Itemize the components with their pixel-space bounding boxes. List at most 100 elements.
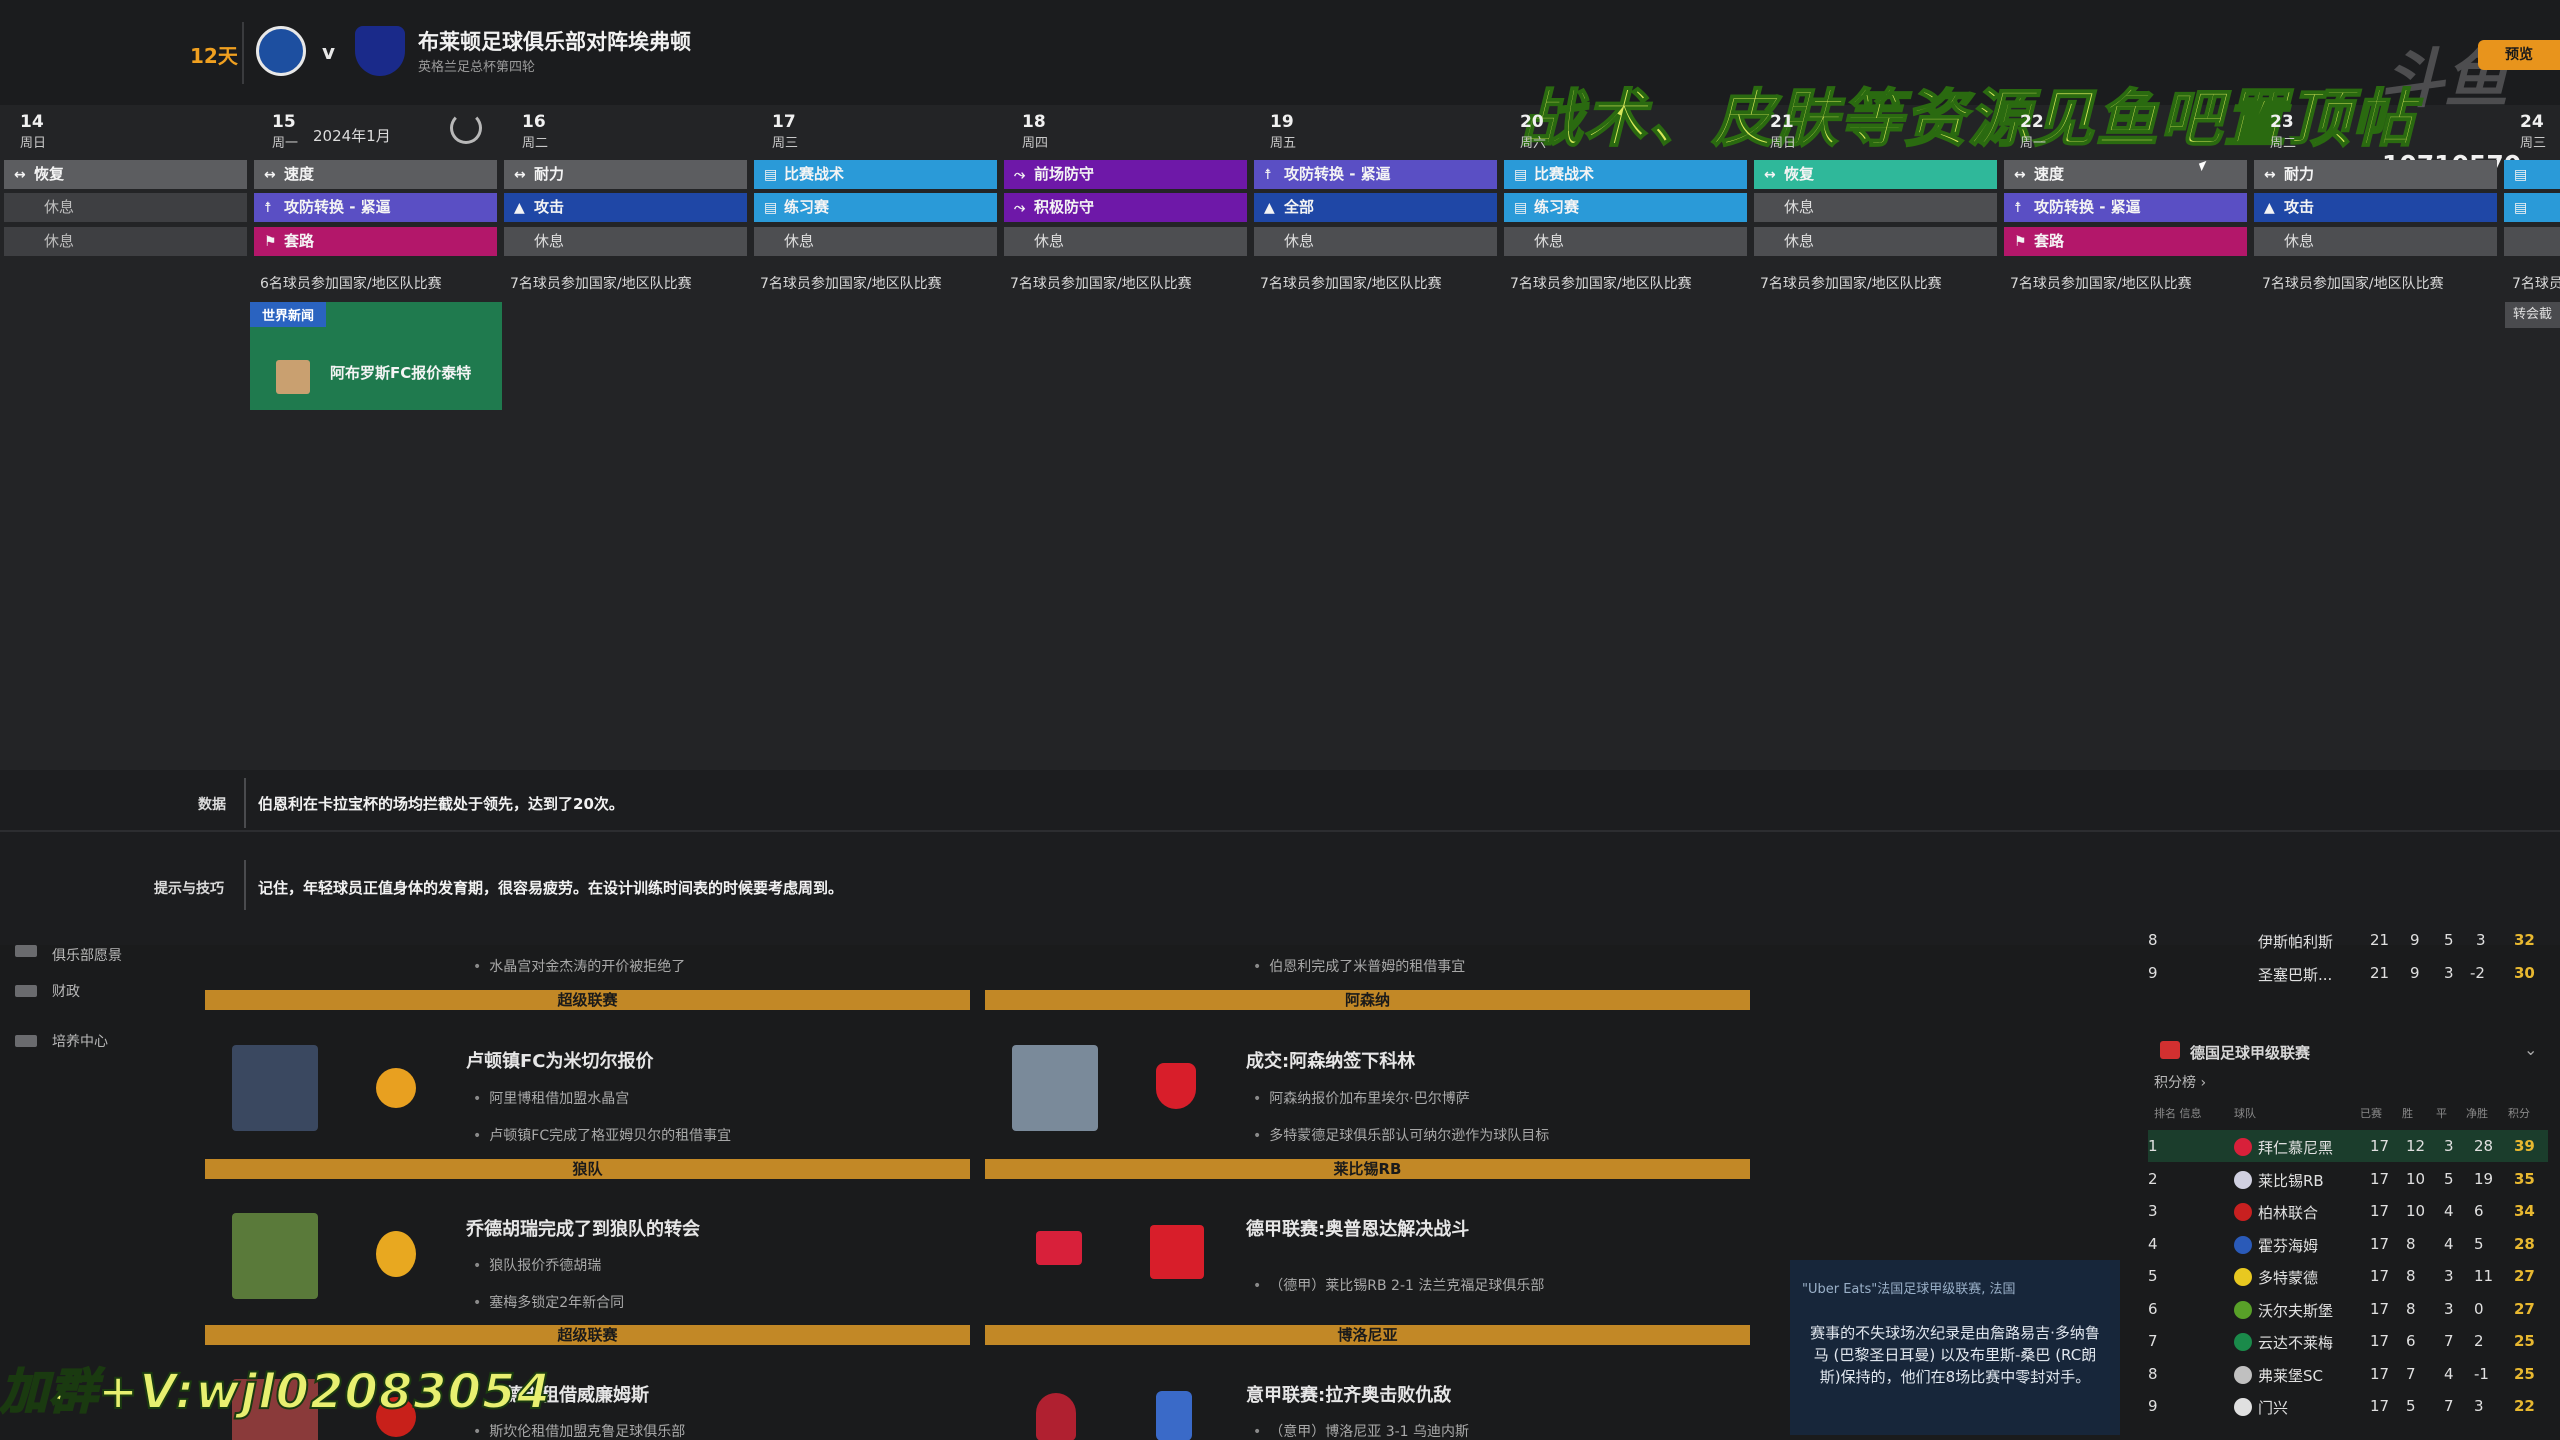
everton-crest-icon[interactable] [355,26,405,76]
news-title[interactable]: 德甲联赛:奥普恩达解决战斗 [1246,1215,1469,1241]
session-match-tactics[interactable]: ▤ 比赛战术 [754,160,997,189]
table-cell-w: 5 [2406,1397,2416,1415]
session-speed[interactable]: ↔ 速度 [254,160,497,189]
day-header[interactable]: 22 周一 [2020,112,2120,151]
table-row[interactable]: 5 多特蒙德 17 8 3 11 27 [2148,1260,2548,1292]
day-header[interactable]: 23 周二 [2270,112,2370,151]
day-header[interactable]: 21 周日 [1770,112,1870,151]
tips-text: 记住，年轻球员正值身体的发育期，很容易疲劳。在设计训练时间表的时候要考虑周到。 [258,879,844,897]
session-transition[interactable]: ☨ 攻防转换 - 紧逼 [1254,160,1497,189]
world-news-card[interactable]: 世界新闻 阿布罗斯FC报价泰特 [250,302,502,410]
news-bullet[interactable]: 阿里博租借加盟水晶宫 [473,1088,629,1108]
session-rest[interactable]: 休息 [4,193,247,222]
day-header[interactable]: 20 周六 [1520,112,1620,151]
session-press-defend[interactable]: ⤳ 前场防守 [1004,160,1247,189]
session-practice-match[interactable]: ▤ [2504,193,2560,222]
sidebar-item-club-vision[interactable]: 俱乐部愿景 [52,945,122,965]
refresh-icon[interactable] [450,112,482,144]
table-cell-w: 10 [2406,1169,2426,1188]
session-set-pieces[interactable]: ⚑ 套路 [2004,227,2247,256]
session-rest[interactable]: 休息 [1254,227,1497,256]
session-rest[interactable]: 休息 [4,227,247,256]
session-rest[interactable]: 休息 [504,227,747,256]
session-all[interactable]: ▲ 全部 [1254,193,1497,222]
news-bullet[interactable]: 狼队报价乔德胡瑞 [473,1255,601,1275]
day-header[interactable]: 16 周二 [522,112,622,151]
news-title[interactable]: 成交:阿森纳签下科林 [1246,1047,1415,1073]
info-divider-line [244,778,246,828]
world-news-text: 阿布罗斯FC报价泰特 [330,364,472,382]
news-bullet[interactable]: 斯坎伦租借加盟克鲁足球俱乐部 [473,1421,685,1440]
session-transition[interactable]: ☨ 攻防转换 - 紧逼 [2004,193,2247,222]
news-bullet[interactable]: （德甲）莱比锡RB 2-1 法兰克福足球俱乐部 [1253,1275,1544,1295]
day-header[interactable]: 15 周一 [272,112,372,151]
table-row[interactable]: 4 霍芬海姆 17 8 4 5 28 [2148,1228,2548,1260]
sidebar-item-development[interactable]: 培养中心 [52,1031,108,1051]
table-cell-w: 7 [2406,1364,2416,1383]
session-recover[interactable]: ↔ 恢复 [4,160,247,189]
transfer-deadline-button[interactable]: 转会截 [2505,302,2560,328]
day-header[interactable]: 14 周日 [20,112,120,151]
table-cell-d: 3 [2444,1267,2454,1285]
table-row[interactable]: 1 拜仁慕尼黑 17 12 3 28 39 [2148,1130,2548,1162]
table-row[interactable]: 8 伊斯帕利斯 21 9 5 3 32 [2148,924,2548,956]
player-photo[interactable] [232,1213,318,1299]
table-row[interactable]: 2 莱比锡RB 17 10 5 19 35 [2148,1163,2548,1195]
table-cell-gd: 2 [2474,1332,2484,1350]
session-attack[interactable]: ▲ 攻击 [504,193,747,222]
day-header[interactable]: 19 周五 [1270,112,1370,151]
table-cell-pts: 27 [2514,1267,2535,1285]
session-rest[interactable]: 休息 [2254,227,2497,256]
news-title[interactable]: 乔德胡瑞完成了到狼队的转会 [466,1215,700,1241]
table-row[interactable]: 8 弗莱堡SC 17 7 4 -1 25 [2148,1358,2548,1390]
player-photo[interactable] [232,1045,318,1131]
league-name[interactable]: 德国足球甲级联赛 [2190,1042,2310,1063]
session-rest[interactable]: 休息 [754,227,997,256]
table-row[interactable]: 6 沃尔夫斯堡 17 8 3 0 27 [2148,1293,2548,1325]
news-bullet[interactable]: 卢顿镇FC完成了格亚姆贝尔的租借事宜 [473,1125,731,1145]
chevron-down-icon[interactable]: ⌄ [2524,1040,2537,1059]
brighton-crest-icon[interactable] [256,26,306,76]
table-row[interactable]: 9 门兴 17 5 7 3 22 [2148,1390,2548,1422]
news-bullet[interactable]: 多特蒙德足球俱乐部认可纳尔逊作为球队目标 [1253,1125,1549,1145]
session-speed[interactable]: ↔ 速度 [2004,160,2247,189]
table-row[interactable]: 3 柏林联合 17 10 4 6 34 [2148,1195,2548,1227]
session-rest[interactable]: 休息 [1754,227,1997,256]
news-title[interactable]: 卢顿镇FC为米切尔报价 [466,1047,654,1073]
session-match-tactics[interactable]: ▤ [2504,160,2560,189]
session-attack[interactable]: ▲ 攻击 [2254,193,2497,222]
session-practice-match[interactable]: ▤ 练习赛 [754,193,997,222]
session-stamina[interactable]: ↔ 耐力 [2254,160,2497,189]
news-bullet[interactable]: 阿森纳报价加布里埃尔·巴尔博萨 [1253,1088,1469,1108]
news-bullet[interactable]: 水晶宫对金杰涛的开价被拒绝了 [473,956,685,976]
session-rest[interactable]: 休息 [1004,227,1247,256]
table-row[interactable]: 7 云达不莱梅 17 6 7 2 25 [2148,1325,2548,1357]
news-bullet[interactable]: 塞梅多锁定2年新合同 [473,1292,624,1312]
session-rest[interactable]: 休息 [1504,227,1747,256]
session-rest[interactable]: 休息 [1754,193,1997,222]
day-header[interactable]: 17 周三 [772,112,872,151]
intl-duty-note: 7名球员参加国家/地区队比赛 [1510,276,1692,292]
days-until-match: 12天 [190,44,238,68]
day-header[interactable]: 24 周三 [2520,112,2560,151]
preview-button[interactable]: 预览 [2478,40,2560,70]
session-rest[interactable] [2504,227,2560,256]
player-photo[interactable] [1012,1045,1098,1131]
sidebar-item-finance[interactable]: 财政 [52,981,80,1001]
table-cell-d: 4 [2444,1234,2454,1253]
table-row[interactable]: 9 圣塞巴斯... 21 9 3 -2 30 [2148,957,2548,989]
news-bullet[interactable]: 伯恩利完成了米普姆的租借事宜 [1253,956,1465,976]
session-active-defend[interactable]: ⤳ 积极防守 [1004,193,1247,222]
match-title[interactable]: 布莱顿足球俱乐部对阵埃弗顿 [418,26,691,56]
session-match-tactics[interactable]: ▤ 比赛战术 [1504,160,1747,189]
day-header[interactable]: 18 周四 [1022,112,1122,151]
session-recover[interactable]: ↔ 恢复 [1754,160,1997,189]
standings-link[interactable]: 积分榜 › [2154,1072,2206,1092]
news-title[interactable]: 意甲联赛:拉齐奥击败仇敌 [1246,1381,1451,1407]
session-set-pieces[interactable]: ⚑ 套路 [254,227,497,256]
news-bullet[interactable]: （意甲）博洛尼亚 3-1 乌迪内斯 [1253,1421,1469,1440]
session-transition[interactable]: ☨ 攻防转换 - 紧逼 [254,193,497,222]
world-news-tag: 世界新闻 [250,302,327,327]
session-stamina[interactable]: ↔ 耐力 [504,160,747,189]
session-practice-match[interactable]: ▤ 练习赛 [1504,193,1747,222]
